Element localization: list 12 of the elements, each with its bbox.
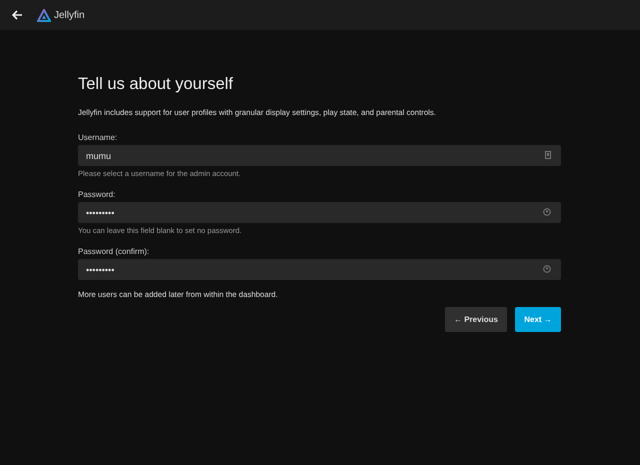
logo-icon <box>37 8 51 22</box>
previous-button[interactable]: ← Previous <box>444 307 507 332</box>
field-label: Username: <box>78 133 118 142</box>
app-name: Jellyfin <box>54 10 85 20</box>
page-title: Tell us about yourself <box>78 75 234 94</box>
back-icon[interactable] <box>12 10 23 20</box>
field-label: Password (confirm): <box>78 247 150 256</box>
card-icon[interactable] <box>545 151 551 159</box>
input-field[interactable]: mumu <box>78 145 561 166</box>
password-field[interactable]: ••••••••• <box>78 202 561 223</box>
password-field[interactable]: ••••••••• <box>78 259 561 280</box>
field-label: Password: <box>78 190 116 199</box>
